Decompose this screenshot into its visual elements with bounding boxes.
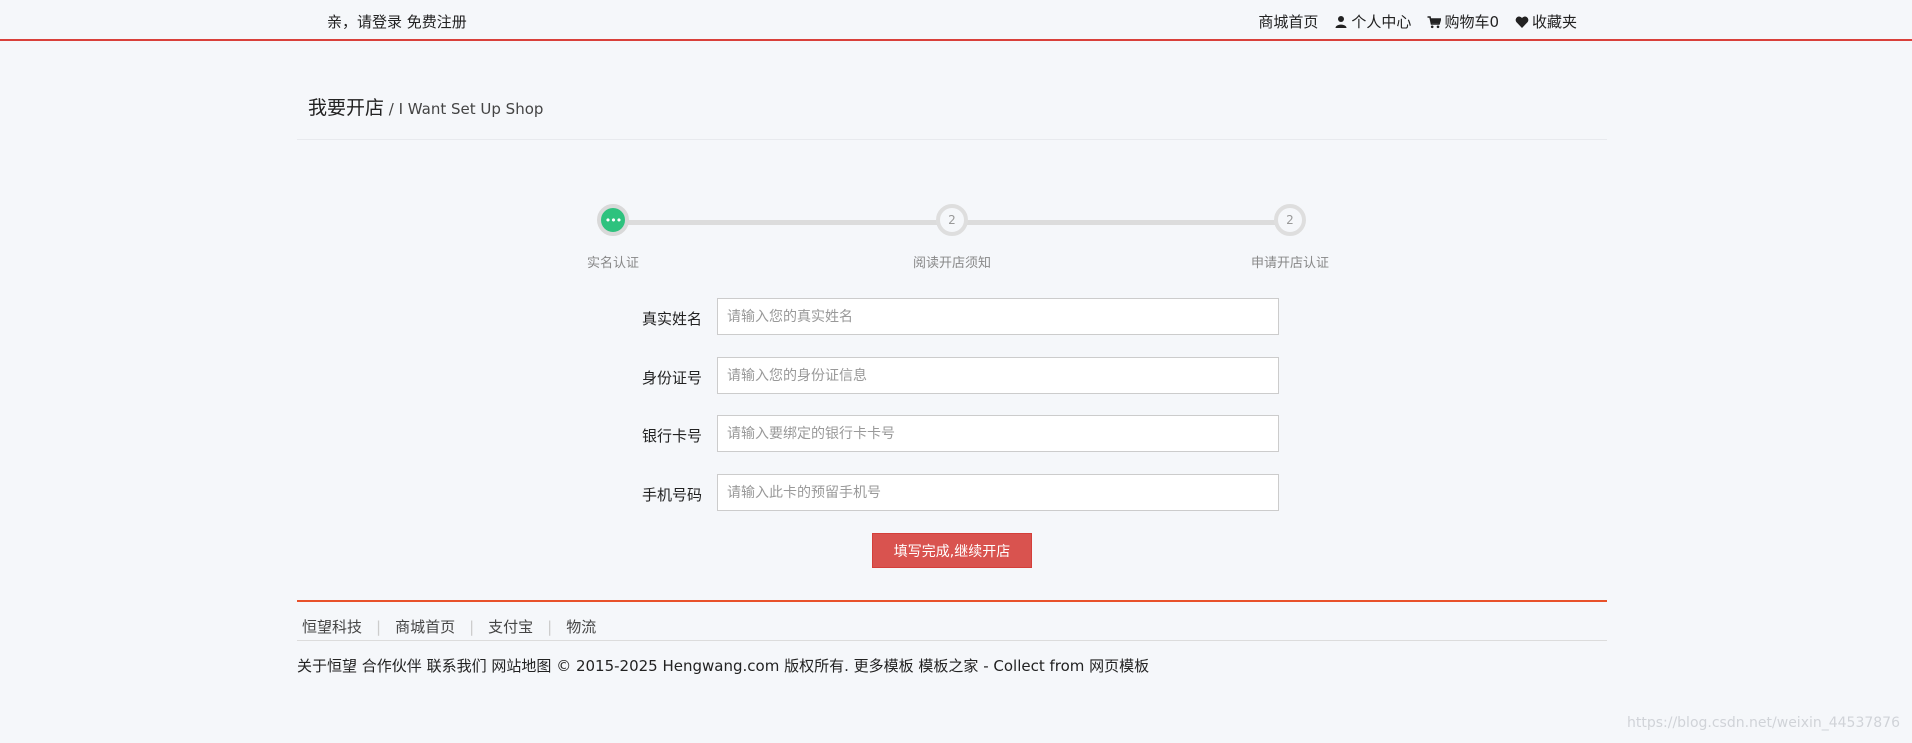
form-row-phone: 手机号码 [630, 474, 1280, 512]
nav-home-link[interactable]: 商城首页 [1258, 11, 1318, 32]
nav-favorites-label: 收藏夹 [1531, 13, 1577, 31]
real-name-label: 真实姓名 [641, 310, 702, 328]
heart-icon [1515, 16, 1529, 28]
footer-sitemap-link[interactable]: 网站地图 [491, 657, 551, 675]
title-divider [297, 139, 1607, 140]
top-bar: 亲，请登录 免费注册 商城首页 个人中心 购物车0 收藏夹 [0, 0, 1912, 41]
footer-separator: | [469, 617, 475, 636]
id-number-input[interactable] [717, 357, 1279, 394]
footer-link-logistics[interactable]: 物流 [566, 616, 596, 637]
footer-link-alipay[interactable]: 支付宝 [488, 616, 533, 637]
footer-link-company[interactable]: 恒望科技 [302, 616, 362, 637]
nav-cart-link[interactable]: 购物车0 [1427, 11, 1499, 32]
step-3-label: 申请开店认证 [1250, 256, 1329, 271]
footer-divider-grey [297, 640, 1607, 641]
footer-about-link[interactable]: 关于恒望 [297, 657, 357, 675]
phone-label: 手机号码 [641, 486, 702, 504]
nav-favorites-link[interactable]: 收藏夹 [1515, 11, 1577, 32]
footer-contact-link[interactable]: 联系我们 [427, 657, 487, 675]
step-1-marker: ••• [597, 204, 629, 236]
id-number-label: 身份证号 [641, 369, 702, 387]
page-title-sub: / I Want Set Up Shop [384, 100, 544, 118]
shopping-cart-icon [1427, 15, 1442, 28]
footer-copyright: 关于恒望 合作伙伴 联系我们 网站地图 © 2015-2025 Hengwang… [297, 655, 1149, 676]
footer-divider-red [297, 600, 1607, 602]
form-row-id: 身份证号 [630, 357, 1280, 395]
footer-link-home[interactable]: 商城首页 [395, 616, 455, 637]
watermark: https://blog.csdn.net/weixin_44537876 [1626, 715, 1900, 731]
user-icon [1335, 15, 1347, 28]
phone-input[interactable] [717, 474, 1279, 511]
web-templates-link[interactable]: 网页模板 [1089, 657, 1149, 675]
submit-button[interactable]: 填写完成,继续开店 [872, 533, 1032, 568]
nav-account-link[interactable]: 个人中心 [1334, 11, 1411, 32]
step-1-label: 实名认证 [586, 256, 639, 271]
step-2-label: 阅读开店须知 [912, 256, 991, 271]
step-3-marker: 2 [1274, 204, 1306, 236]
bank-card-input[interactable] [717, 415, 1279, 452]
bank-card-label: 银行卡号 [641, 427, 702, 445]
register-link[interactable]: 免费注册 [407, 13, 467, 31]
collect-text: - Collect from [978, 657, 1090, 675]
footer-nav: 恒望科技 | 商城首页 | 支付宝 | 物流 [302, 616, 596, 637]
step-track-2 [957, 220, 1295, 225]
footer-partners-link[interactable]: 合作伙伴 [362, 657, 422, 675]
page-title: 我要开店 / I Want Set Up Shop [308, 93, 543, 120]
top-nav: 商城首页 个人中心 购物车0 收藏夹 [1258, 11, 1577, 32]
copyright-text: © 2015-2025 Hengwang.com 版权所有. 更多模板 [556, 657, 914, 675]
form-row-bank: 银行卡号 [630, 415, 1280, 453]
footer-separator: | [547, 617, 553, 636]
step-2-marker: 2 [936, 204, 968, 236]
page-title-main: 我要开店 [308, 97, 385, 119]
footer-separator: | [376, 617, 382, 636]
nav-account-label: 个人中心 [1351, 13, 1412, 31]
login-area: 亲，请登录 免费注册 [327, 11, 467, 32]
login-link[interactable]: 亲，请登录 [327, 13, 402, 31]
progress-steps: ••• 实名认证 2 阅读开店须知 2 申请开店认证 [560, 200, 1360, 280]
form-row-name: 真实姓名 [630, 298, 1280, 336]
template-home-link[interactable]: 模板之家 [918, 657, 978, 675]
nav-cart-label: 购物车0 [1444, 13, 1499, 31]
step-track-1 [617, 220, 957, 225]
real-name-input[interactable] [717, 298, 1279, 335]
nav-home-label: 商城首页 [1258, 13, 1319, 31]
